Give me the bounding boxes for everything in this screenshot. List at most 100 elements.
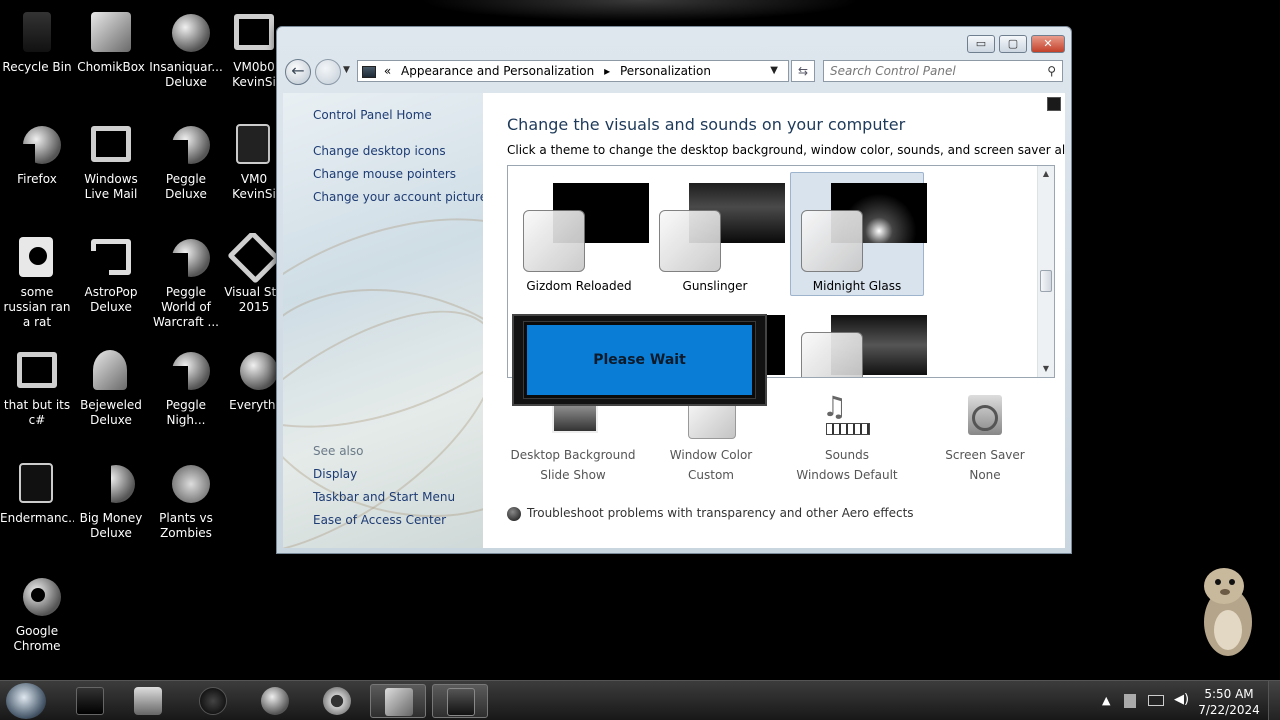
taskbar-app-media-center[interactable] [185,684,241,718]
forward-button[interactable] [315,59,341,85]
desktop-icon-vm0b0-kevinsi[interactable]: VM0b0 KevinSi [224,8,284,90]
theme-color-swatch [801,210,863,272]
app-window-icon [13,459,61,507]
scroll-down-icon[interactable]: ▼ [1038,361,1054,377]
tray-expand-icon[interactable]: ▲ [1102,694,1110,707]
setting-screen-saver[interactable]: Screen Saver None [915,393,1055,485]
media-player-icon [134,687,162,715]
search-icon[interactable]: ⚲ [1047,61,1056,81]
theme-gizdom-reloaded[interactable]: Gizdom Reloaded [512,172,649,296]
desktop-icon-astropop-deluxe[interactable]: AstroPop Deluxe [74,233,148,315]
firefox-icon [261,687,289,715]
sounds-icon: ♫ [818,393,876,441]
minimize-button[interactable]: ▭ [967,35,995,53]
chomikbox-icon [385,688,413,716]
terminal-icon [76,687,104,715]
desktop-icon-windows-live-mail[interactable]: Windows Live Mail [74,120,148,202]
help-icon[interactable] [1047,97,1061,111]
link-display[interactable]: Display [313,467,357,481]
desktop-icon-firefox[interactable]: Firefox [0,120,74,187]
scrollbar-thumb[interactable] [1040,270,1052,292]
taskbar-app-terminal[interactable] [62,684,118,718]
desktop-icon-everything[interactable]: Everythi [224,346,284,413]
recycle-bin-icon [13,8,61,56]
refresh-button[interactable]: ⇆ [791,60,815,82]
scroll-up-icon[interactable]: ▲ [1038,166,1054,182]
desktop-icon-peggle-deluxe[interactable]: Peggle Deluxe [149,120,223,202]
please-wait-text: Please Wait [523,321,756,399]
please-wait-dialog: Please Wait [512,314,767,406]
plants-vs-zombies-icon [162,459,210,507]
desktop-icon-visual-studio-2015[interactable]: Visual Stu 2015 [224,233,284,315]
link-control-panel-home[interactable]: Control Panel Home [313,108,432,122]
link-taskbar-start-menu[interactable]: Taskbar and Start Menu [313,490,455,504]
setting-sounds[interactable]: ♫ Sounds Windows Default [777,393,917,485]
refresh-icon: ⇆ [797,64,809,78]
desktop-icon-endermanc[interactable]: Endermanc... [0,459,74,526]
breadcrumb-separator[interactable]: ▸ [604,64,610,78]
desktop-icon-peggle-world-of-warcraft[interactable]: Peggle World of Warcraft ... [149,233,223,330]
peggle-icon [162,120,210,168]
taskbar-app-firefox[interactable] [247,684,303,718]
desktop-icon-peggle-nights[interactable]: Peggle Nigh... [149,346,223,428]
tray-app-icon[interactable] [1124,694,1136,708]
recent-pages-dropdown[interactable]: ▼ [343,65,350,75]
desktop-icon-insaniquarium-deluxe[interactable]: Insaniquar... Deluxe [149,8,223,90]
vm-icon [230,8,278,56]
see-also-heading: See also [313,444,364,458]
back-arrow-icon: ← [291,61,305,80]
theme-gunslinger[interactable]: Gunslinger [648,172,785,296]
astropop-icon [87,233,135,281]
theme-color-swatch [801,332,863,377]
theme-midnight-glass[interactable]: Midnight Glass [790,172,927,296]
breadcrumb-personalization[interactable]: Personalization [620,64,711,78]
troubleshoot-icon [507,506,521,521]
desktop-icon-big-money-deluxe[interactable]: Big Money Deluxe [74,459,148,541]
address-dropdown-icon[interactable]: ▼ [770,61,778,81]
theme-color-swatch [523,210,585,272]
clock[interactable]: 5:50 AM 7/22/2024 [1194,686,1264,718]
bejeweled-icon [87,346,135,394]
desktop-icon-google-chrome[interactable]: Google Chrome [0,572,74,654]
big-money-icon [87,459,135,507]
show-desktop-button[interactable] [1268,681,1280,720]
taskbar-app-control-panel[interactable] [432,684,488,718]
desktop-icon-chomikbox[interactable]: ChomikBox [74,8,148,75]
link-ease-of-access[interactable]: Ease of Access Center [313,513,446,527]
desktop-icon-recycle-bin[interactable]: Recycle Bin [0,8,74,75]
address-bar[interactable]: « Appearance and Personalization ▸ Perso… [357,60,789,82]
personalization-window: ▭ ▢ ✕ ← ▼ « Appearance and Personalizati… [276,26,1072,554]
desktop-icon-plants-vs-zombies[interactable]: Plants vs Zombies [149,459,223,541]
address-prefix: « [383,64,392,78]
desktop-icon-bejeweled-deluxe[interactable]: Bejeweled Deluxe [74,346,148,428]
control-panel-icon [447,688,475,716]
desktop-icon-vm0-kevinsi[interactable]: VM0 KevinSi [224,120,284,202]
theme-list-scrollbar[interactable]: ▲ ▼ [1037,166,1054,377]
search-input[interactable]: Search Control Panel ⚲ [823,60,1063,82]
volume-icon[interactable]: ◀) [1174,692,1189,707]
task-pane: Control Panel Home Change desktop icons … [283,93,483,548]
link-change-account-picture[interactable]: Change your account picture [313,190,483,204]
desktop-icon-that-but-its-csharp[interactable]: that but its c# [0,346,74,428]
maximize-button[interactable]: ▢ [999,35,1027,53]
hamster-mascot[interactable] [1190,560,1262,660]
title-bar[interactable]: ▭ ▢ ✕ [277,27,1071,57]
link-change-desktop-icons[interactable]: Change desktop icons [313,144,446,158]
breadcrumb-appearance[interactable]: Appearance and Personalization [401,64,594,78]
close-button[interactable]: ✕ [1031,35,1065,53]
network-icon[interactable] [1148,695,1164,706]
taskbar-app-chomikbox[interactable] [370,684,426,718]
taskbar-app-media-player[interactable] [120,684,176,718]
desktop-icon-some-russian-ran-a-rat[interactable]: some russian ran a rat [0,233,74,330]
link-troubleshoot-aero[interactable]: Troubleshoot problems with transparency … [507,506,914,521]
insaniquarium-icon [162,8,210,56]
setting-window-color[interactable]: Window Color Custom [641,393,781,485]
desktop-ornament [420,0,860,22]
setting-desktop-background[interactable]: Desktop Background Slide Show [503,393,643,485]
firefox-icon [13,120,61,168]
start-button[interactable] [6,683,46,719]
taskbar-app-chrome[interactable] [309,684,365,718]
link-change-mouse-pointers[interactable]: Change mouse pointers [313,167,456,181]
theme-item[interactable] [790,304,927,377]
back-button[interactable]: ← [285,59,311,85]
